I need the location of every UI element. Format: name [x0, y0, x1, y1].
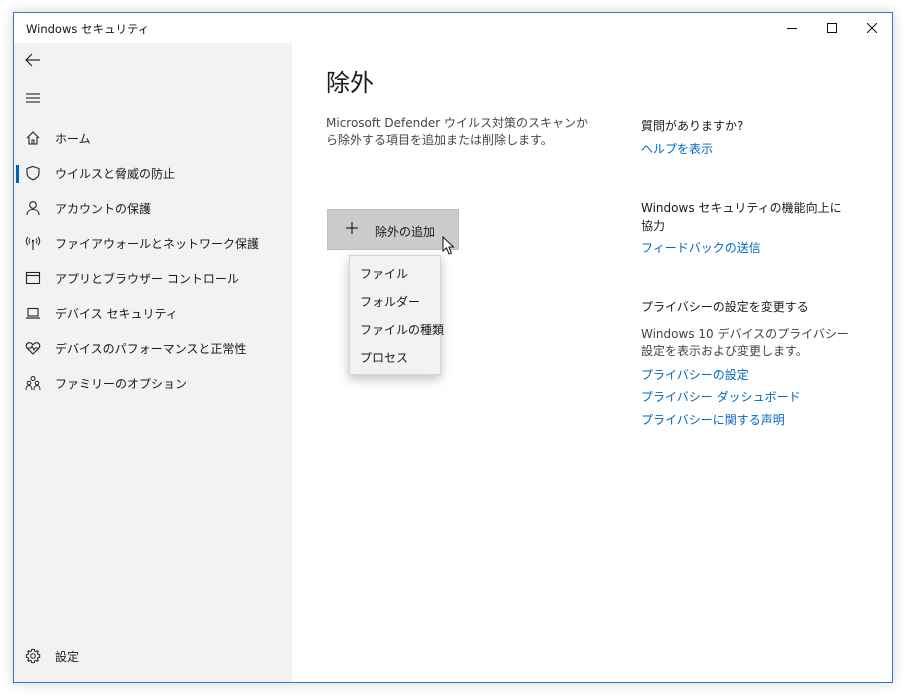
sidebar-item-device-security[interactable]: デバイス セキュリティ — [14, 297, 292, 331]
menu-button[interactable] — [24, 89, 42, 107]
person-icon — [26, 201, 40, 216]
title-bar: Windows セキュリティ — [14, 13, 892, 43]
sidebar-item-label: デバイスのパフォーマンスと正常性 — [55, 342, 247, 356]
back-arrow-icon — [25, 53, 40, 67]
sidebar-item-label: 設定 — [55, 650, 80, 664]
sidebar-item-label: ファミリーのオプション — [55, 377, 188, 391]
heart-pulse-icon — [25, 342, 41, 355]
sidebar-item-label: ファイアウォールとネットワーク保護 — [55, 237, 260, 251]
hamburger-icon — [26, 93, 40, 103]
page-title: 除外 — [326, 69, 374, 97]
menu-item-folder[interactable]: フォルダー — [350, 286, 440, 314]
close-button[interactable] — [852, 13, 892, 43]
wireless-icon — [25, 236, 41, 250]
privacy-settings-link[interactable]: プライバシーの設定 — [641, 366, 749, 383]
help-link[interactable]: ヘルプを表示 — [641, 140, 713, 157]
back-button[interactable] — [24, 51, 42, 69]
sidebar-item-label: アプリとブラウザー コントロール — [55, 272, 239, 286]
sidebar-item-firewall[interactable]: ファイアウォールとネットワーク保護 — [14, 227, 292, 261]
exclusion-type-menu: ファイル フォルダー ファイルの種類 プロセス — [349, 255, 444, 375]
sidebar-item-label: デバイス セキュリティ — [55, 307, 178, 321]
feedback-heading: Windows セキュリティの機能向上に協力 — [641, 201, 842, 233]
privacy-description: Windows 10 デバイスのプライバシー設定を表示および変更します。 — [641, 327, 849, 358]
close-icon — [867, 23, 877, 33]
app-window-icon — [25, 271, 41, 285]
add-exclusion-label: 除外の追加 — [375, 225, 436, 239]
sidebar-item-family-options[interactable]: ファミリーのオプション — [14, 367, 292, 401]
main-content: 除外 Microsoft Defender ウイルス対策のスキャンから除外する項… — [292, 43, 892, 682]
family-icon — [25, 376, 41, 391]
mouse-cursor-icon — [442, 236, 455, 255]
page-description: Microsoft Defender ウイルス対策のスキャンから除外する項目を追… — [326, 116, 589, 147]
plus-icon — [346, 222, 358, 234]
shield-icon — [26, 165, 40, 181]
sidebar-item-account-protection[interactable]: アカウントの保護 — [14, 192, 292, 226]
privacy-dashboard-link[interactable]: プライバシー ダッシュボード — [641, 388, 801, 405]
sidebar: ホーム ウイルスと脅威の防止 アカウントの保護 ファイアウォールとネットワーク保… — [14, 43, 292, 682]
sidebar-item-app-browser-control[interactable]: アプリとブラウザー コントロール — [14, 262, 292, 296]
maximize-button[interactable] — [812, 13, 852, 43]
sidebar-item-settings[interactable]: 設定 — [14, 640, 292, 674]
sidebar-item-device-performance[interactable]: デバイスのパフォーマンスと正常性 — [14, 332, 292, 366]
sidebar-item-label: ウイルスと脅威の防止 — [55, 167, 176, 181]
menu-item-process[interactable]: プロセス — [350, 342, 440, 370]
laptop-icon — [26, 307, 40, 319]
sidebar-item-label: アカウントの保護 — [55, 202, 152, 216]
privacy-heading: プライバシーの設定を変更する — [641, 300, 809, 314]
help-heading: 質問がありますか? — [641, 119, 744, 133]
gear-icon — [25, 648, 41, 664]
home-icon — [26, 131, 40, 145]
sidebar-item-home[interactable]: ホーム — [14, 122, 292, 156]
minimize-icon — [787, 28, 797, 29]
add-exclusion-button[interactable]: 除外の追加 — [327, 209, 459, 250]
window-title: Windows セキュリティ — [26, 22, 150, 36]
privacy-statement-link[interactable]: プライバシーに関する声明 — [641, 411, 785, 428]
feedback-link[interactable]: フィードバックの送信 — [641, 239, 761, 256]
minimize-button[interactable] — [772, 13, 812, 43]
menu-item-file[interactable]: ファイル — [350, 258, 440, 286]
menu-item-file-type[interactable]: ファイルの種類 — [350, 314, 444, 342]
maximize-icon — [827, 23, 837, 33]
app-window: Windows セキュリティ ホーム ウイルスと脅威の防止 アカウントの保護 フ… — [13, 12, 893, 683]
sidebar-item-label: ホーム — [55, 132, 91, 146]
sidebar-item-virus-protection[interactable]: ウイルスと脅威の防止 — [14, 157, 292, 191]
